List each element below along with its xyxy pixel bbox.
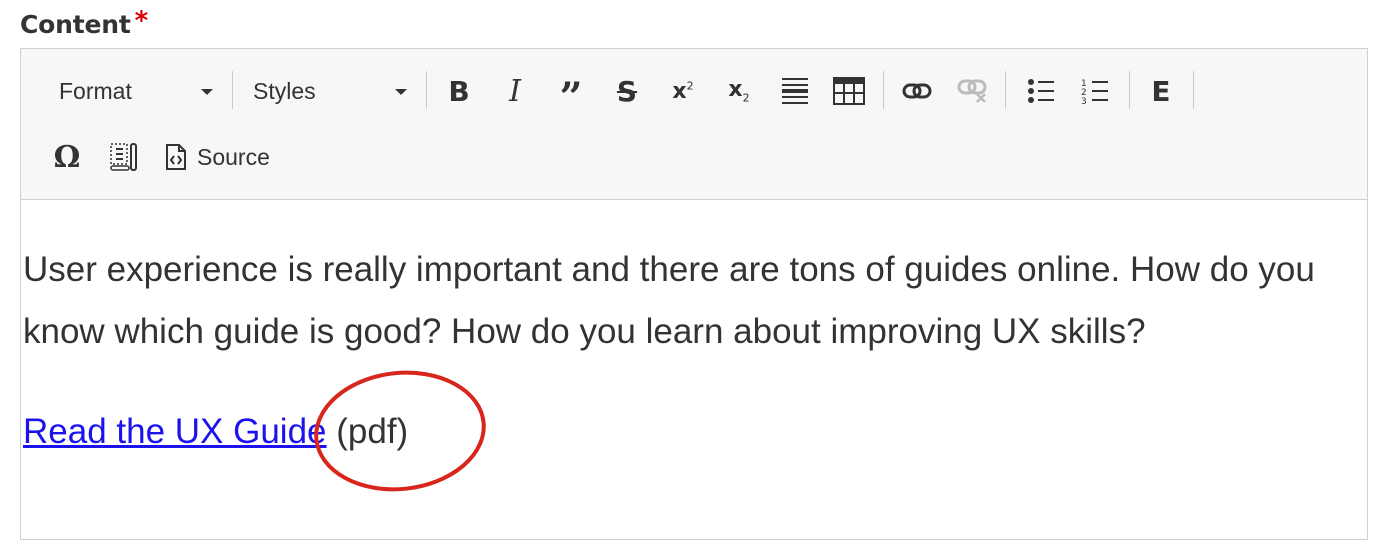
styles-dropdown[interactable]: Styles — [253, 71, 413, 111]
toolbar-separator — [1193, 71, 1194, 109]
numbered-list-button[interactable]: 1 2 3 — [1075, 71, 1115, 111]
italic-button[interactable]: I — [495, 71, 535, 111]
format-dropdown-label: Format — [59, 78, 132, 104]
italic-icon: I — [509, 73, 521, 109]
unlink-button[interactable] — [953, 71, 993, 111]
read-ux-guide-link[interactable]: Read the UX Guide — [23, 412, 327, 451]
bold-icon: B — [448, 74, 470, 108]
field-label: Content * — [20, 6, 148, 40]
unlink-icon — [957, 79, 987, 103]
subscript-button[interactable]: x2 — [719, 71, 759, 111]
chevron-down-icon — [201, 89, 213, 95]
format-dropdown[interactable]: Format — [59, 71, 219, 111]
show-blocks-icon — [110, 143, 137, 171]
horizontal-rule-icon — [782, 78, 808, 104]
strikethrough-icon: S — [616, 74, 638, 108]
superscript-button[interactable]: x2 — [663, 71, 703, 111]
e-button[interactable]: E — [1141, 71, 1181, 111]
bold-button[interactable]: B — [439, 71, 479, 111]
toolbar-separator — [1005, 71, 1006, 109]
source-icon — [166, 144, 186, 170]
toolbar-separator — [1129, 71, 1130, 109]
toolbar-separator — [232, 71, 233, 109]
toolbar-separator — [883, 71, 884, 109]
pdf-suffix: (pdf) — [326, 412, 409, 451]
rich-text-editor: Format Styles B I ” S x2 x2 1 2 3 E Ω So… — [20, 48, 1368, 540]
horizontal-rule-button[interactable] — [775, 71, 815, 111]
content-paragraph: User experience is really important and … — [23, 250, 1315, 351]
subscript-icon: x2 — [728, 77, 750, 105]
link-icon — [902, 83, 932, 99]
toolbar-separator — [426, 71, 427, 109]
strikethrough-button[interactable]: S — [607, 71, 647, 111]
blockquote-icon: ” — [559, 74, 583, 121]
show-blocks-button[interactable] — [103, 137, 143, 177]
styles-dropdown-label: Styles — [253, 78, 316, 104]
blockquote-button[interactable]: ” — [551, 71, 591, 118]
table-button[interactable] — [829, 71, 869, 111]
field-label-text: Content — [20, 10, 131, 39]
bulleted-list-button[interactable] — [1021, 71, 1061, 111]
link-button[interactable] — [897, 71, 937, 111]
superscript-icon: x2 — [672, 78, 694, 104]
source-button[interactable]: Source — [165, 137, 270, 177]
special-character-icon: Ω — [53, 139, 81, 175]
table-icon — [833, 77, 865, 105]
source-button-label: Source — [197, 143, 270, 170]
e-icon: E — [1151, 74, 1171, 108]
svg-text:3: 3 — [1081, 97, 1087, 104]
numbered-list-icon: 1 2 3 — [1081, 79, 1108, 104]
chevron-down-icon — [395, 89, 407, 95]
bulleted-list-icon — [1028, 79, 1054, 103]
editor-toolbar: Format Styles B I ” S x2 x2 1 2 3 E Ω So… — [21, 49, 1367, 200]
content-link-paragraph: Read the UX Guide (pdf) — [23, 401, 408, 463]
special-character-button[interactable]: Ω — [47, 137, 87, 177]
required-marker: * — [134, 6, 149, 36]
editor-content-area[interactable]: User experience is really important and … — [21, 200, 1367, 540]
